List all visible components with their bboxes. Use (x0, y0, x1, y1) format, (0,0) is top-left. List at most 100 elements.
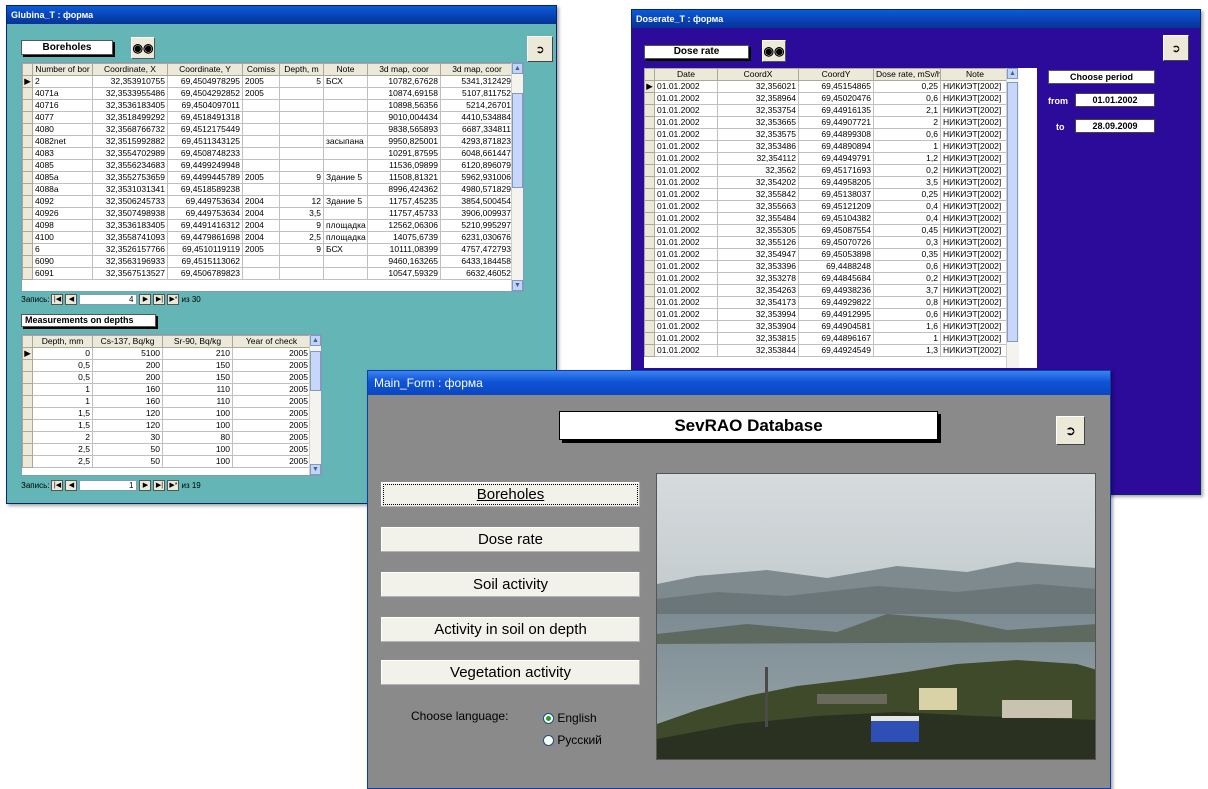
record-number-field[interactable]: 4 (79, 293, 138, 305)
dose-cell-date[interactable]: 01.01.2002 (654, 92, 718, 105)
dose-cell-date[interactable]: 01.01.2002 (654, 176, 718, 189)
record-selector[interactable] (644, 188, 655, 201)
dose-cell-rate[interactable]: 1,6 (873, 320, 941, 333)
borehole-cell-coord-x[interactable]: 32,3567513527 (92, 267, 168, 280)
borehole-cell-coord-y[interactable]: 69,4504978295 (167, 75, 243, 88)
table-row[interactable]: 4100 32,3558741093 69,4479861698 2004 2,5 пло… (22, 231, 514, 244)
boreholes-button[interactable]: Boreholes (380, 481, 641, 508)
dose-cell-coord-x[interactable]: 32,355305 (717, 224, 799, 237)
dose-cell-coord-y[interactable]: 69,45171693 (798, 164, 874, 177)
record-selector[interactable]: ▶ (22, 75, 33, 88)
table-row[interactable]: 1,5 120 100 2005 (22, 419, 311, 432)
depth-cell-cs137[interactable]: 200 (92, 359, 163, 372)
record-selector[interactable] (644, 224, 655, 237)
borehole-cell-comiss[interactable]: 2004 (242, 219, 280, 232)
table-row[interactable]: 6090 32,3563196933 69,4515113062 9460,16326… (22, 255, 514, 268)
borehole-cell-coord-y[interactable]: 69,4479861698 (167, 231, 243, 244)
depth-cell-sr90[interactable]: 80 (162, 431, 233, 444)
dose-cell-coord-x[interactable]: 32,354947 (717, 248, 799, 261)
borehole-cell-number[interactable]: 4083 (32, 147, 93, 160)
dose-cell-note[interactable]: НИКИЭТ[2002] (940, 320, 1010, 333)
borehole-cell-depth[interactable]: 9 (279, 243, 324, 256)
borehole-cell-note[interactable] (323, 267, 368, 280)
dose-cell-date[interactable]: 01.01.2002 (654, 320, 718, 333)
dose-cell-date[interactable]: 01.01.2002 (654, 128, 718, 141)
dose-cell-date[interactable]: 01.01.2002 (654, 224, 718, 237)
prev-record-button[interactable]: ◀ (65, 293, 78, 305)
borehole-header-note[interactable]: Note (323, 63, 368, 76)
borehole-cell-number[interactable]: 4071a (32, 87, 93, 100)
depth-cell-depth[interactable]: 2,5 (32, 443, 93, 456)
dose-cell-note[interactable]: НИКИЭТ[2002] (940, 296, 1010, 309)
table-row[interactable]: 01.01.2002 32,354263 69,44938236 3,7 НИКИЭТ[… (644, 284, 1010, 297)
depth-cell-sr90[interactable]: 110 (162, 383, 233, 396)
dose-cell-coord-y[interactable]: 69,44912995 (798, 308, 874, 321)
record-selector[interactable] (644, 140, 655, 153)
depths-scrollbar[interactable]: ▲ ▼ (309, 335, 321, 475)
table-row[interactable]: 01.01.2002 32,355126 69,45070726 0,3 НИКИЭТ[… (644, 236, 1010, 249)
borehole-cell-coord-x[interactable]: 32,3568766732 (92, 123, 168, 136)
borehole-cell-comiss[interactable] (242, 267, 280, 280)
dose-cell-note[interactable]: НИКИЭТ[2002] (940, 236, 1010, 249)
dose-cell-note[interactable]: НИКИЭТ[2002] (940, 188, 1010, 201)
borehole-cell-coord-y[interactable]: 69,4511343125 (167, 135, 243, 148)
depth-cell-cs137[interactable]: 50 (92, 443, 163, 456)
borehole-cell-comiss[interactable]: 2004 (242, 231, 280, 244)
borehole-cell-note[interactable]: площадка Т (323, 231, 368, 244)
borehole-cell-number[interactable]: 4082net (32, 135, 93, 148)
last-record-button[interactable]: ▶| (153, 479, 166, 491)
dose-cell-coord-y[interactable]: 69,44907721 (798, 116, 874, 129)
table-row[interactable]: 4098 32,3536183405 69,4491416312 2004 9 площа… (22, 219, 514, 232)
table-row[interactable]: 01.01.2002 32,355842 69,45138037 0,25 НИКИЭТ… (644, 188, 1010, 201)
last-record-button[interactable]: ▶| (153, 293, 166, 305)
borehole-cell-coord-x[interactable]: 32,3563196933 (92, 255, 168, 268)
dose-cell-note[interactable]: НИКИЭТ[2002] (940, 176, 1010, 189)
depth-cell-depth[interactable]: 0,5 (32, 359, 93, 372)
dose-header-coord-y[interactable]: CoordY (798, 68, 874, 81)
borehole-cell-number[interactable]: 6090 (32, 255, 93, 268)
dose-cell-coord-x[interactable]: 32,353904 (717, 320, 799, 333)
borehole-cell-depth[interactable]: 2,5 (279, 231, 324, 244)
borehole-cell-depth[interactable]: 9 (279, 171, 324, 184)
record-selector[interactable] (22, 455, 33, 468)
depth-cell-year[interactable]: 2005 (232, 407, 311, 420)
next-record-button[interactable]: ▶ (139, 293, 152, 305)
record-selector[interactable] (22, 359, 33, 372)
borehole-cell-map-y[interactable]: 6231,030676 (440, 231, 514, 244)
dose-header-coord-x[interactable]: CoordX (717, 68, 799, 81)
borehole-cell-map-y[interactable]: 6433,184458 (440, 255, 514, 268)
borehole-cell-number[interactable]: 4100 (32, 231, 93, 244)
dose-cell-rate[interactable]: 1 (873, 140, 941, 153)
table-row[interactable]: 01.01.2002 32,354947 69,45053898 0,35 НИКИЭТ… (644, 248, 1010, 261)
borehole-cell-note[interactable]: Здание 5 (323, 171, 368, 184)
depth-cell-year[interactable]: 2005 (232, 431, 311, 444)
record-selector[interactable] (22, 111, 33, 124)
borehole-cell-coord-y[interactable]: 69,4515113062 (167, 255, 243, 268)
depth-cell-year[interactable]: 2005 (232, 359, 311, 372)
borehole-cell-depth[interactable]: 12 (279, 195, 324, 208)
borehole-cell-depth[interactable]: 5 (279, 75, 324, 88)
dose-cell-rate[interactable]: 1,3 (873, 344, 941, 357)
first-record-button[interactable]: |◀ (51, 479, 64, 491)
borehole-cell-number[interactable]: 4088a (32, 183, 93, 196)
table-row[interactable]: 4085a 32,3552753659 69,4499445789 2005 9 Здан… (22, 171, 514, 184)
scroll-up-icon[interactable]: ▲ (1007, 68, 1018, 79)
dose-cell-coord-y[interactable]: 69,45104382 (798, 212, 874, 225)
borehole-cell-comiss[interactable] (242, 123, 280, 136)
record-selector[interactable] (22, 371, 33, 384)
dose-cell-note[interactable]: НИКИЭТ[2002] (940, 116, 1010, 129)
depth-header-depth[interactable]: Depth, mm (32, 335, 93, 348)
dose-cell-coord-x[interactable]: 32,354173 (717, 296, 799, 309)
borehole-cell-map-y[interactable]: 5107,811752 (440, 87, 514, 100)
dose-cell-note[interactable]: НИКИЭТ[2002] (940, 260, 1010, 273)
record-selector[interactable] (644, 128, 655, 141)
borehole-cell-note[interactable] (323, 207, 368, 220)
borehole-cell-coord-y[interactable]: 69,449753634 (167, 195, 243, 208)
dose-cell-coord-y[interactable]: 69,45138037 (798, 188, 874, 201)
table-row[interactable]: 1,5 120 100 2005 (22, 407, 311, 420)
borehole-cell-map-y[interactable]: 6687,334811 (440, 123, 514, 136)
depth-header-year[interactable]: Year of check (232, 335, 311, 348)
borehole-cell-comiss[interactable] (242, 255, 280, 268)
dose-cell-coord-x[interactable]: 32,353844 (717, 344, 799, 357)
borehole-cell-comiss[interactable]: 2005 (242, 87, 280, 100)
